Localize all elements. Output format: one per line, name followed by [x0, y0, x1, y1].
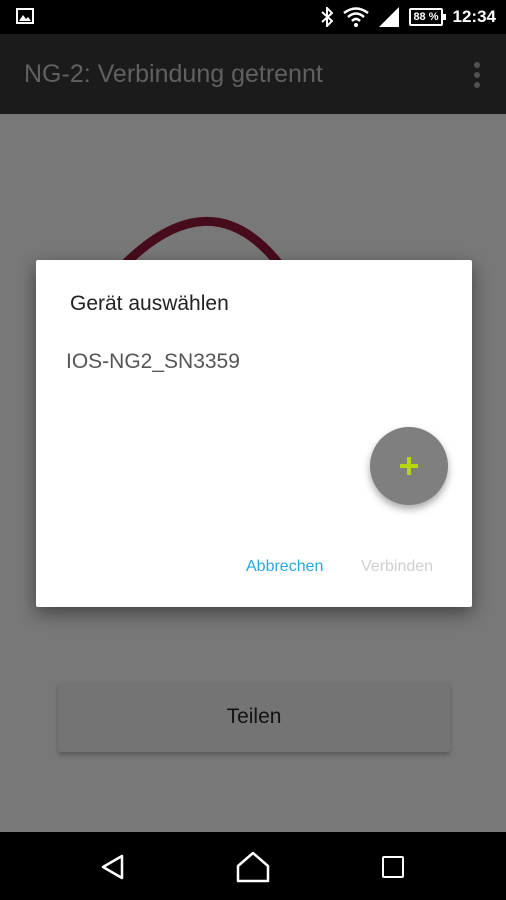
dialog-title: Gerät auswählen	[70, 292, 229, 315]
cancel-button[interactable]: Abbrechen	[246, 558, 323, 576]
status-bar: 88 % 12:34	[0, 0, 506, 34]
device-picker-dialog: Gerät auswählen IOS-NG2_SN3359 Abbrechen…	[36, 260, 472, 607]
plus-icon	[400, 457, 418, 475]
image-icon	[16, 8, 34, 24]
home-icon[interactable]	[236, 851, 270, 883]
wifi-icon	[343, 7, 370, 27]
device-list-item[interactable]: IOS-NG2_SN3359	[66, 350, 240, 374]
navigation-bar	[0, 832, 506, 900]
add-device-button[interactable]	[370, 427, 448, 505]
clock: 12:34	[452, 7, 496, 26]
bluetooth-icon	[321, 7, 334, 27]
back-icon[interactable]	[100, 854, 126, 880]
connect-button[interactable]: Verbinden	[361, 558, 433, 576]
recents-icon[interactable]	[382, 856, 404, 878]
battery-indicator: 88 %	[409, 8, 446, 26]
signal-icon	[379, 7, 400, 27]
